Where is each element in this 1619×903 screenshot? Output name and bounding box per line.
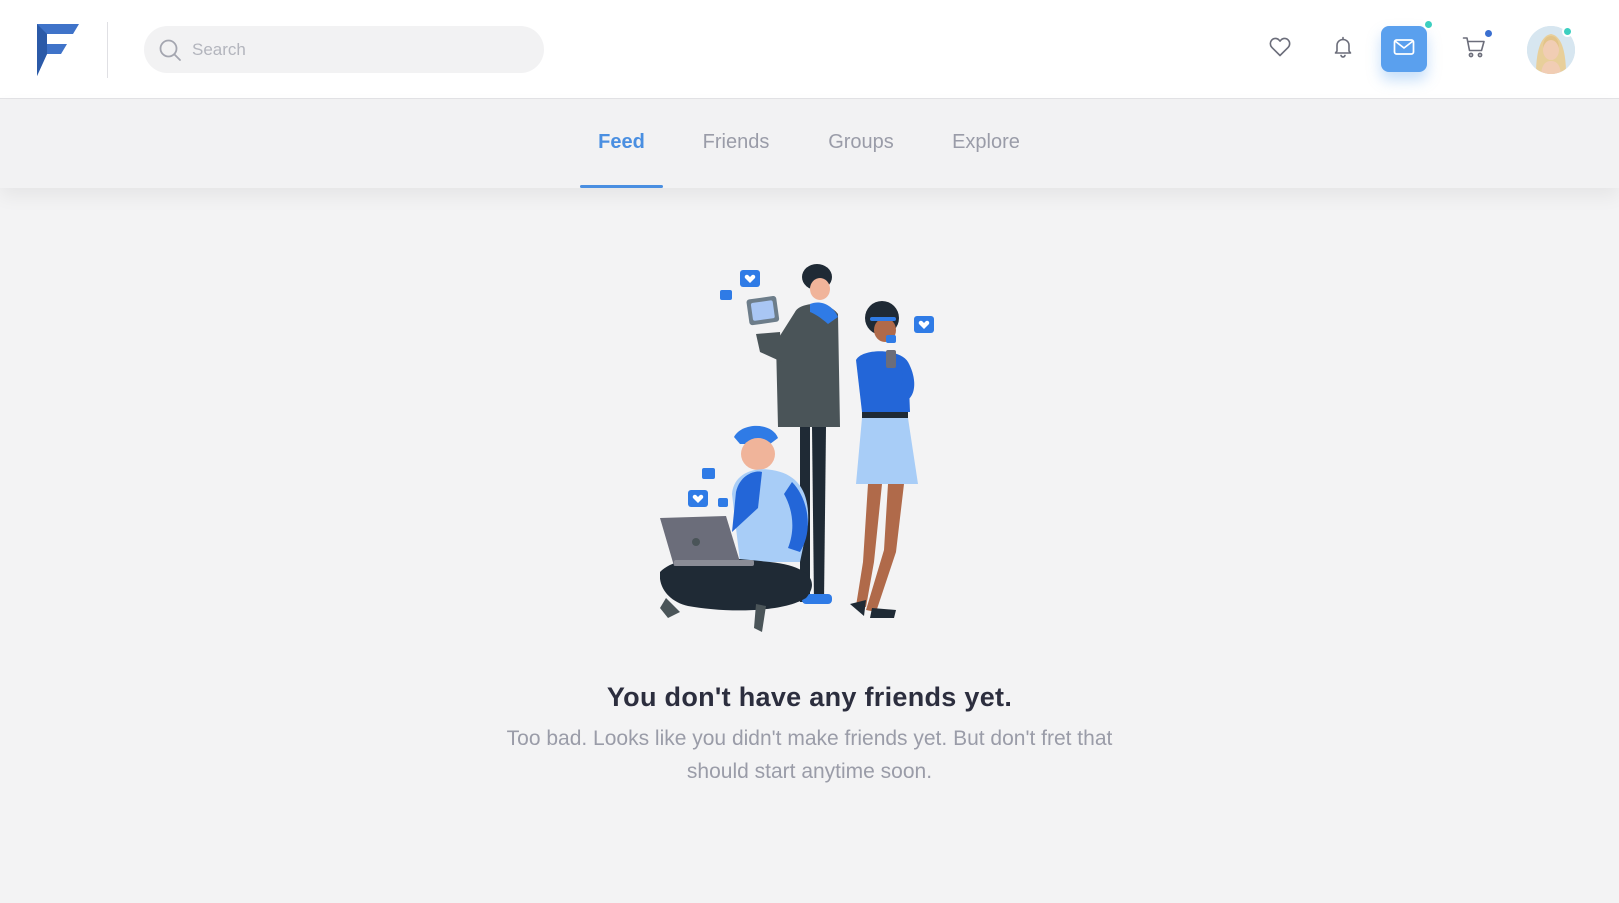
online-status-badge xyxy=(1562,26,1573,37)
mail-icon xyxy=(1392,35,1416,64)
search-bar xyxy=(144,26,544,73)
search-icon xyxy=(158,38,182,62)
main-tabs: Feed Friends Groups Explore xyxy=(0,100,1619,188)
friends-illustration xyxy=(659,262,960,657)
tab-feed[interactable]: Feed xyxy=(580,100,663,188)
messages-button[interactable] xyxy=(1381,26,1427,72)
tab-explore[interactable]: Explore xyxy=(941,100,1031,188)
brand-logo-icon[interactable] xyxy=(37,24,79,76)
empty-state-title: You don't have any friends yet. xyxy=(606,682,1013,712)
header-divider xyxy=(107,22,108,78)
top-navbar xyxy=(0,0,1619,99)
notifications-button[interactable] xyxy=(1320,26,1366,72)
heart-icon xyxy=(1268,35,1292,64)
empty-state-text: Too bad. Looks like you didn't make frie… xyxy=(506,727,1113,783)
cart-icon xyxy=(1462,35,1486,64)
cart-badge xyxy=(1483,28,1494,39)
bell-icon xyxy=(1331,35,1355,64)
tab-groups[interactable]: Groups xyxy=(819,100,903,188)
search-input[interactable] xyxy=(192,26,532,73)
messages-badge xyxy=(1423,19,1434,30)
likes-button[interactable] xyxy=(1257,26,1303,72)
tab-friends[interactable]: Friends xyxy=(691,100,781,188)
